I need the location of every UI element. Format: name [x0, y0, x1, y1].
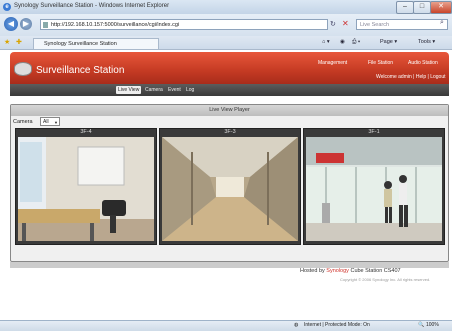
print-icon[interactable]: ⎙ ▾ [352, 38, 360, 47]
panel-title: Live View Player [11, 105, 448, 116]
maximize-button[interactable]: □ [413, 1, 431, 14]
forward-icon[interactable]: ▶ [20, 18, 32, 30]
add-favorites-icon[interactable]: ✚ [16, 38, 22, 46]
security-zone[interactable]: Internet | Protected Mode: On [304, 322, 370, 329]
chevron-down-icon: ▼ [54, 120, 58, 125]
camera-feed-title: 3F-3 [224, 129, 236, 135]
favorites-star-icon[interactable]: ★ [4, 38, 10, 46]
camera-filter-value: All [43, 119, 49, 125]
header-link-audio-station[interactable]: Audio Station [408, 60, 438, 66]
back-icon[interactable]: ◀ [4, 17, 18, 31]
zoom-level[interactable]: 100% [426, 322, 439, 329]
url-field[interactable]: http://192.168.10.157:5000/surveillance/… [40, 19, 328, 30]
nav-bar [10, 84, 449, 96]
app-title: Surveillance Station [36, 65, 125, 76]
url-text: http://192.168.10.157:5000/surveillance/… [51, 22, 180, 28]
tab-surveillance-station[interactable]: Synology Surveillance Station [33, 38, 159, 49]
tools-menu[interactable]: Tools ▾ [418, 38, 435, 47]
tab-camera[interactable]: Camera [143, 86, 165, 94]
camera-image-lobby [306, 137, 442, 241]
home-icon[interactable]: ⌂ ▾ [322, 38, 330, 47]
header-link-management[interactable]: Management [318, 60, 347, 66]
minimize-button[interactable]: – [396, 1, 414, 14]
hosted-brand: Synology [326, 268, 349, 274]
refresh-icon[interactable]: ↻ [330, 20, 336, 28]
camera-feed-title: 3F-4 [80, 129, 92, 135]
page-menu[interactable]: Page ▾ [380, 38, 397, 47]
tab-log[interactable]: Log [184, 86, 196, 94]
search-icon[interactable]: ⌕ [440, 19, 444, 27]
window-title-bar: e Synology Surveillance Station - Window… [0, 0, 452, 15]
address-bar-row: ◀ ▶ http://192.168.10.157:5000/surveilla… [0, 14, 452, 36]
tab-live-view[interactable]: Live View [116, 86, 142, 94]
tab-event[interactable]: Event [166, 86, 183, 94]
welcome-links[interactable]: Welcome admin | Help | Logout [376, 74, 446, 80]
tab-title: Synology Surveillance Station [44, 41, 117, 47]
camera-filter-label: Camera [13, 119, 33, 125]
search-input[interactable]: Live Search [356, 19, 448, 30]
feeds-icon[interactable]: ◉ [340, 38, 345, 47]
camera-feed-title: 3F-1 [368, 129, 380, 135]
camera-image-corridor [162, 137, 298, 241]
close-window-button[interactable]: ✕ [430, 1, 452, 14]
page-icon [43, 22, 48, 28]
hosted-prefix: Hosted by [300, 268, 327, 274]
globe-icon: ◍ [294, 322, 299, 328]
header-link-file-station[interactable]: File Station [368, 60, 393, 66]
camera-filter-select[interactable]: All ▼ [40, 117, 60, 126]
camera-image-office [18, 137, 154, 241]
stop-icon[interactable]: ✕ [342, 19, 349, 28]
camera-logo-icon [14, 62, 32, 76]
zoom-icon: 🔍 [418, 322, 425, 328]
copyright-text: Copyright © 2006 Synology Inc. All right… [340, 277, 431, 282]
tab-bar: ★ ✚ Synology Surveillance Station ⌂ ▾ ◉ … [0, 36, 452, 50]
window-title: Synology Surveillance Station - Windows … [14, 3, 170, 9]
hosted-suffix: Cube Station CS407 [348, 268, 401, 274]
hosted-by-text: Hosted by Synology Cube Station CS407 [300, 268, 401, 274]
ie-icon: e [3, 3, 11, 11]
status-bar [0, 320, 452, 331]
